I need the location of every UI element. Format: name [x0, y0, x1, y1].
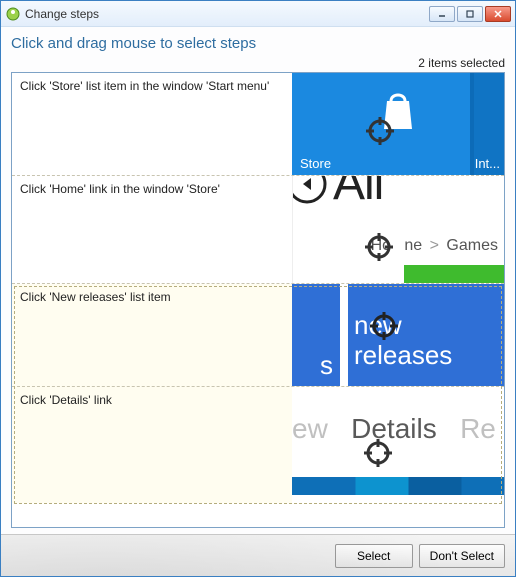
target-icon [366, 117, 394, 148]
instruction-text: Click and drag mouse to select steps [11, 35, 505, 52]
tile-label: Store [300, 156, 331, 171]
step-row[interactable]: Click 'New releases' list item s new rel… [12, 284, 504, 387]
breadcrumb: Homne > Games [371, 237, 498, 255]
step-row[interactable]: Click 'Home' link in the window 'Store' … [12, 176, 504, 284]
step-thumbnail: All Homne > Games [292, 176, 504, 283]
dont-select-button[interactable]: Don't Select [419, 544, 505, 568]
color-strip [292, 477, 504, 495]
text-fragment: ew [292, 413, 328, 444]
close-button[interactable] [485, 6, 511, 22]
target-icon [364, 439, 392, 470]
minimize-button[interactable] [429, 6, 455, 22]
step-description: Click 'New releases' list item [12, 284, 292, 386]
selection-count: 2 items selected [11, 56, 505, 70]
dialog-content: Click and drag mouse to select steps 2 i… [1, 27, 515, 534]
step-row[interactable]: Click 'Details' link ew Details Re [12, 387, 504, 503]
step-description: Click 'Store' list item in the window 'S… [12, 73, 292, 175]
window-title: Change steps [25, 7, 429, 21]
maximize-button[interactable] [457, 6, 483, 22]
text-fragment: Re [460, 413, 496, 444]
step-thumbnail: ew Details Re [292, 387, 504, 503]
app-icon [5, 6, 21, 22]
dialog-window: Change steps Click and drag mouse to sel… [0, 0, 516, 577]
step-thumbnail: s new releases [292, 284, 504, 386]
steps-list[interactable]: Click 'Store' list item in the window 'S… [11, 72, 505, 528]
titlebar[interactable]: Change steps [1, 1, 515, 27]
step-thumbnail: Store Int... [292, 73, 504, 175]
back-arrow-icon [293, 176, 333, 210]
step-row[interactable]: Click 'Store' list item in the window 'S… [12, 73, 504, 176]
tile-text-line2: releases [354, 342, 452, 368]
tile-fragment: s [320, 352, 333, 378]
window-controls [429, 6, 511, 22]
dialog-footer: Select Don't Select [1, 534, 515, 576]
step-description: Click 'Details' link [12, 387, 292, 503]
step-description: Click 'Home' link in the window 'Store' [12, 176, 292, 283]
progress-bar [404, 265, 504, 283]
target-icon [365, 233, 393, 266]
select-button[interactable]: Select [335, 544, 413, 568]
breadcrumb-item: Games [446, 237, 498, 254]
target-icon [370, 312, 398, 343]
tile-label-partial: Int... [475, 156, 500, 171]
heading-fragment: All [333, 176, 383, 211]
